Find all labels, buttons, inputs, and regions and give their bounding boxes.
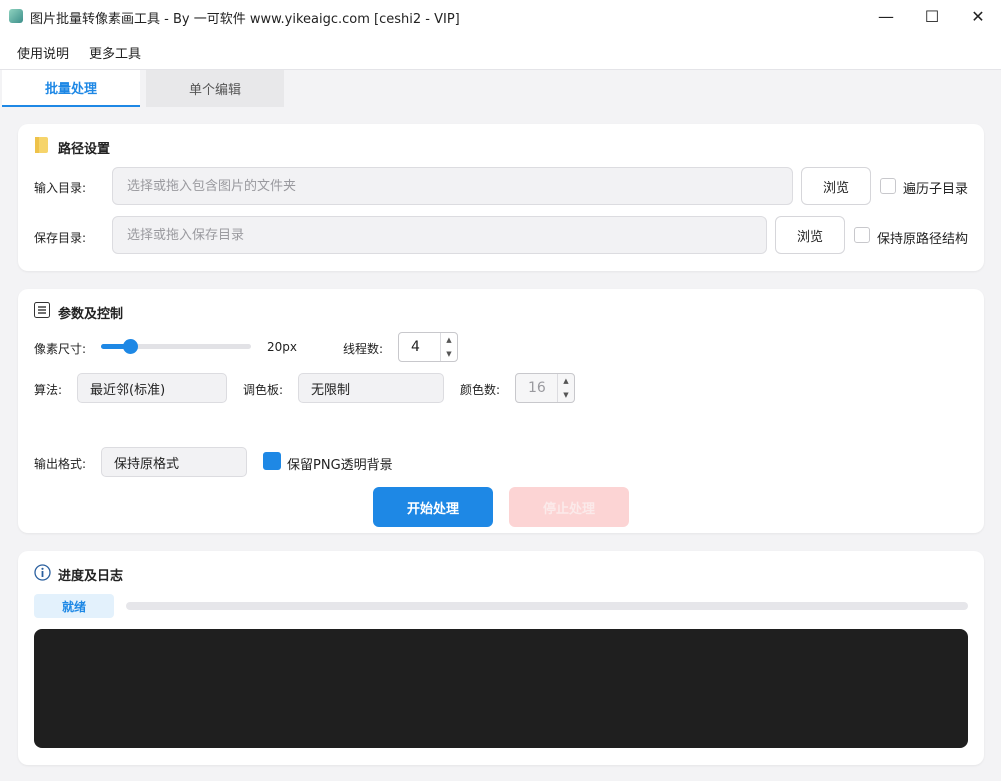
colors-spinbox[interactable]: 16 ▲ ▼ — [515, 373, 575, 403]
stop-button[interactable]: 停止处理 — [509, 487, 629, 527]
progress-title: 进度及日志 — [58, 569, 124, 584]
title-bar: 图片批量转像素画工具 - By 一可软件 www.yikeaigc.com [c… — [0, 0, 1001, 33]
traverse-subdir-checkbox[interactable] — [880, 178, 896, 194]
menu-bar: 使用说明 更多工具 — [0, 33, 1001, 70]
tab-single-edit[interactable]: 单个编辑 — [146, 70, 284, 107]
list-icon — [34, 302, 50, 318]
folder-icon — [35, 137, 48, 153]
pixel-size-value: 20px — [267, 340, 297, 354]
progress-bar — [126, 602, 968, 610]
spin-down-icon[interactable]: ▼ — [446, 350, 451, 358]
threads-value: 4 — [411, 339, 420, 355]
threads-spinbox[interactable]: 4 ▲ ▼ — [398, 332, 458, 362]
menu-item-more-tools[interactable]: 更多工具 — [89, 43, 141, 62]
output-format-label: 输出格式: — [34, 457, 87, 471]
close-button[interactable]: ✕ — [955, 0, 1001, 33]
save-dir-label: 保存目录: — [34, 231, 87, 245]
spin-up-icon[interactable]: ▲ — [563, 377, 568, 385]
info-icon — [34, 564, 51, 581]
keep-structure-label: 保持原路径结构 — [877, 232, 969, 247]
minimize-icon: — — [878, 7, 894, 26]
progress-card: 进度及日志 就绪 — [18, 551, 984, 765]
status-badge: 就绪 — [34, 594, 114, 618]
palette-select[interactable]: 无限制 — [298, 373, 444, 403]
spin-down-icon[interactable]: ▼ — [563, 391, 568, 399]
start-button[interactable]: 开始处理 — [373, 487, 493, 527]
maximize-icon: ☐ — [924, 7, 940, 26]
params-title: 参数及控制 — [58, 307, 124, 322]
path-settings-card: 路径设置 输入目录: 浏览 遍历子目录 保存目录: 浏览 保持原路径结构 — [18, 124, 984, 271]
close-icon: ✕ — [971, 7, 985, 26]
spin-up-icon[interactable]: ▲ — [446, 336, 451, 344]
maximize-button[interactable]: ☐ — [909, 0, 955, 33]
browse-save-button[interactable]: 浏览 — [775, 216, 845, 254]
browse-input-button[interactable]: 浏览 — [801, 167, 871, 205]
app-icon — [9, 9, 23, 23]
output-format-select[interactable]: 保持原格式 — [101, 447, 247, 477]
keep-png-label: 保留PNG透明背景 — [287, 458, 393, 473]
log-console[interactable] — [34, 629, 968, 748]
input-dir-field[interactable] — [112, 167, 793, 205]
window-title: 图片批量转像素画工具 - By 一可软件 www.yikeaigc.com [c… — [30, 12, 460, 27]
colors-value: 16 — [528, 380, 546, 396]
palette-label: 调色板: — [243, 383, 284, 397]
pixel-size-slider-thumb[interactable] — [123, 339, 138, 354]
save-dir-field[interactable] — [112, 216, 767, 254]
keep-structure-checkbox[interactable] — [854, 227, 870, 243]
algorithm-select[interactable]: 最近邻(标准) — [77, 373, 227, 403]
minimize-button[interactable]: — — [863, 0, 909, 33]
traverse-subdir-label: 遍历子目录 — [903, 182, 969, 197]
input-dir-label: 输入目录: — [34, 181, 87, 195]
algorithm-label: 算法: — [34, 383, 63, 397]
tab-batch[interactable]: 批量处理 — [2, 70, 140, 107]
pixel-size-label: 像素尺寸: — [34, 342, 87, 356]
colors-label: 颜色数: — [460, 383, 501, 397]
menu-item-usage[interactable]: 使用说明 — [17, 43, 69, 62]
pixel-size-slider-track[interactable] — [101, 339, 251, 354]
keep-png-checkbox[interactable] — [263, 452, 281, 470]
params-card: 参数及控制 像素尺寸: 20px 线程数: 4 ▲ ▼ 算法: 最近邻(标准) 调… — [18, 289, 984, 533]
path-settings-title: 路径设置 — [58, 142, 111, 157]
threads-label: 线程数: — [343, 342, 384, 356]
